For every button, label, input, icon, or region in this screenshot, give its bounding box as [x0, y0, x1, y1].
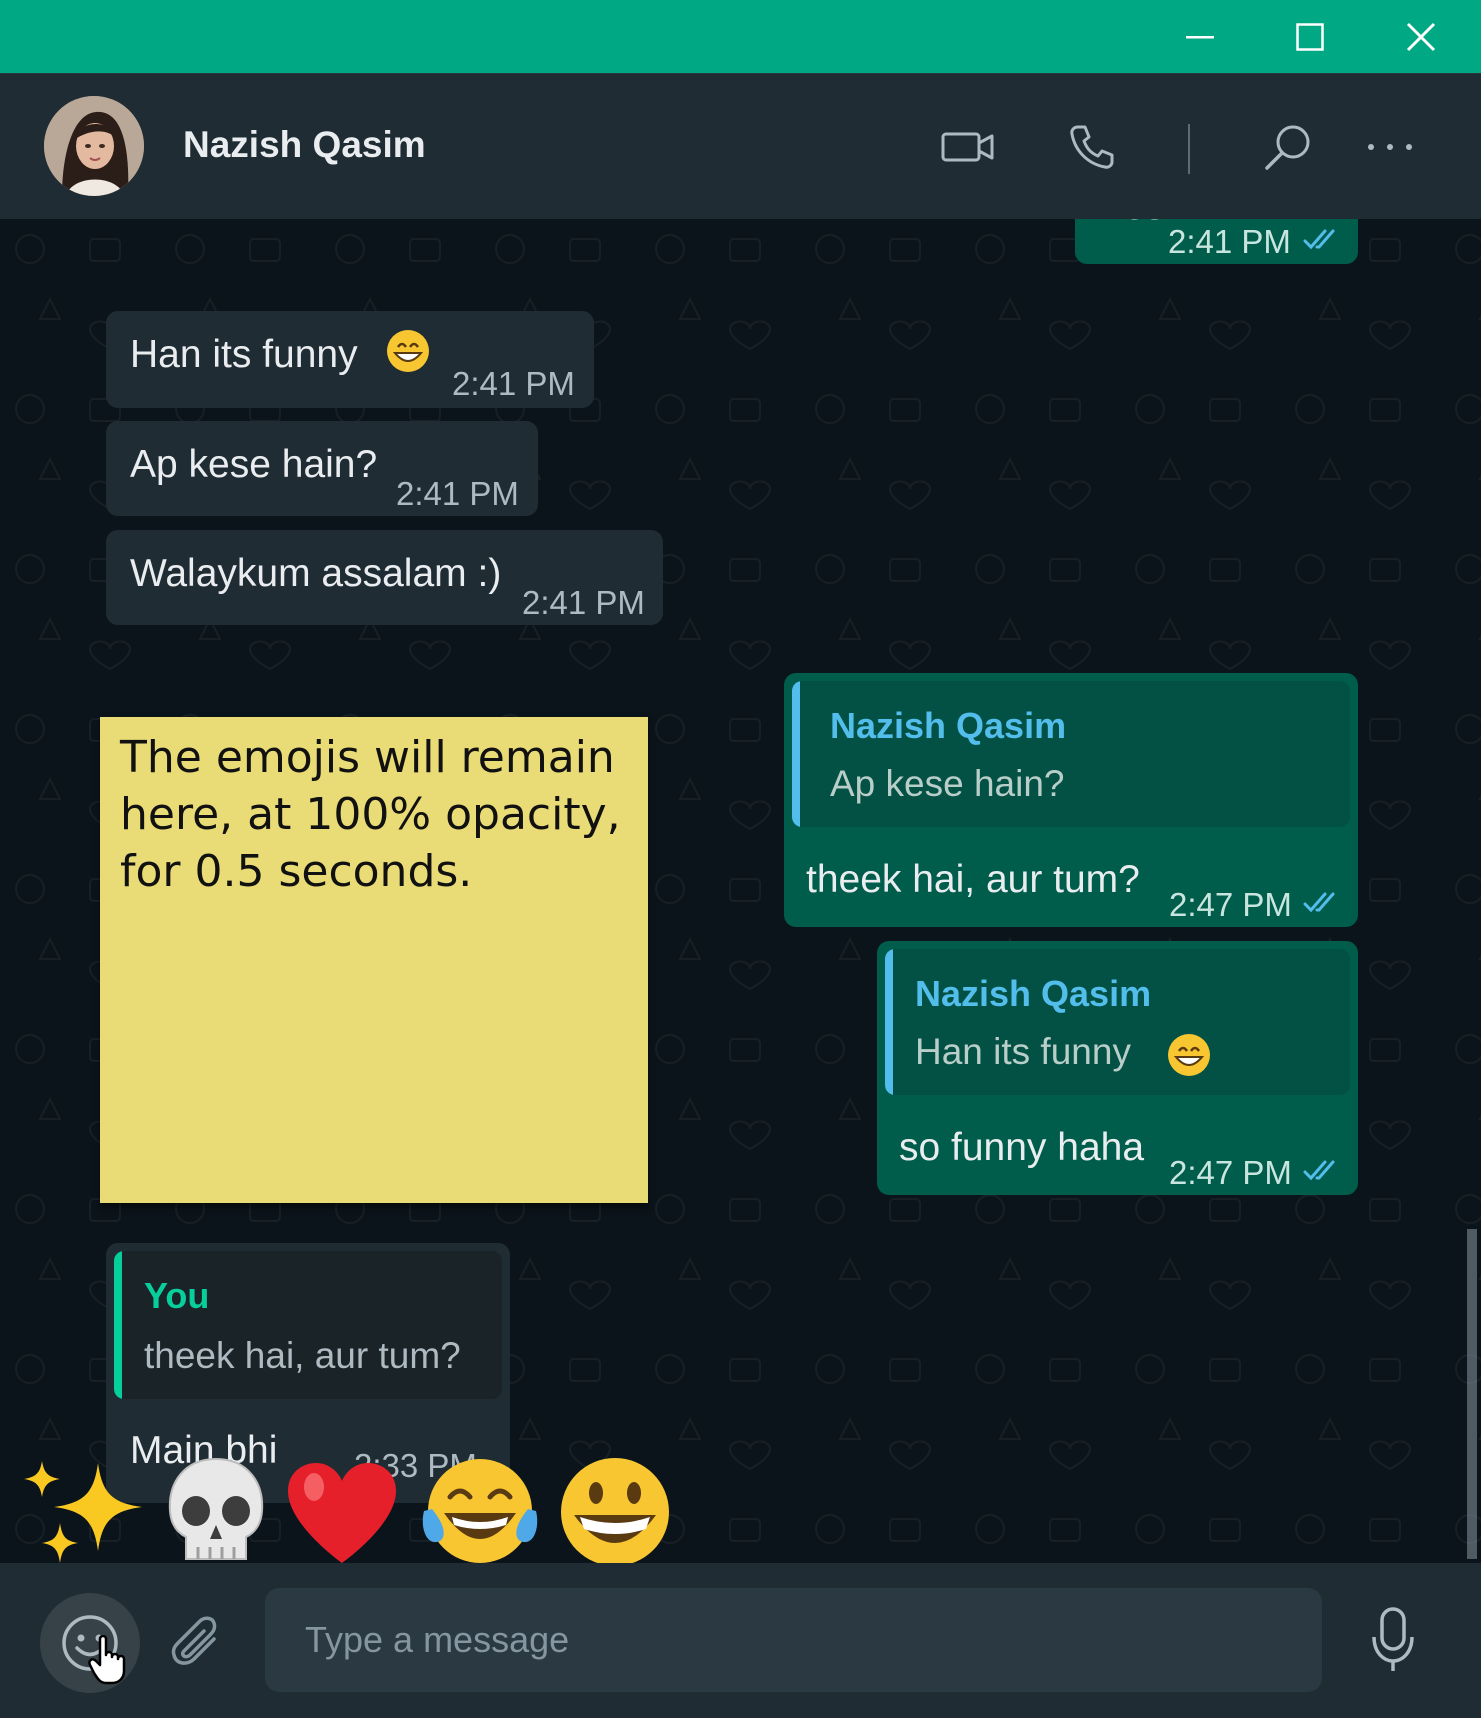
more-options-icon [1368, 144, 1412, 150]
skull-emoji [168, 1457, 264, 1560]
message-time: 2:41 PM [1168, 223, 1291, 260]
grinning-face-emoji-large [561, 1458, 669, 1566]
quote-bar [792, 681, 800, 827]
microphone-button[interactable] [1360, 1603, 1426, 1679]
message-bubble-incoming[interactable]: Ap kese hain? 2:41 PM [106, 421, 538, 516]
read-receipt-icon [1303, 1160, 1335, 1181]
hand-cursor-icon [88, 1635, 126, 1685]
quote-text: Ap kese hain? [830, 763, 1065, 804]
quote-sender: You [144, 1275, 210, 1316]
sticky-note: The emojis will remain here, at 100% opa… [100, 717, 648, 1203]
message-text: Ap kese hain? [130, 443, 378, 486]
maximize-button[interactable] [1255, 0, 1365, 73]
scrollbar-thumb[interactable] [1467, 1229, 1477, 1559]
search-icon [1265, 125, 1310, 170]
avatar[interactable] [44, 96, 144, 196]
voice-call-icon [1070, 125, 1114, 169]
emoji-button[interactable] [40, 1593, 140, 1693]
message-bubble-outgoing[interactable]: Nazish Qasim Han its funny so funny haha… [877, 941, 1358, 1195]
chat-area[interactable]: Yes 2:41 PM Han its funny 2:41 PM Ap kes… [0, 219, 1481, 1563]
attach-button[interactable] [160, 1605, 230, 1675]
message-bubble-outgoing[interactable]: Nazish Qasim Ap kese hain? theek hai, au… [784, 673, 1358, 927]
sparkles-emoji [24, 1461, 142, 1563]
red-heart-emoji [288, 1463, 396, 1563]
message-bubble-outgoing[interactable]: Yes 2:41 PM [1075, 219, 1358, 264]
header-divider [1188, 124, 1190, 174]
sticky-note-text: The emojis will remain here, at 100% opa… [120, 732, 621, 897]
message-text: so funny haha [899, 1126, 1145, 1169]
quote-sender: Nazish Qasim [830, 705, 1067, 746]
read-receipt-icon [1303, 892, 1335, 913]
minimize-button[interactable] [1145, 0, 1255, 73]
quoted-message[interactable]: Nazish Qasim Han its funny [885, 949, 1350, 1095]
quote-text: theek hai, aur tum? [144, 1335, 461, 1376]
grinning-face-emoji [387, 330, 429, 372]
message-time: 2:47 PM [1169, 1154, 1292, 1191]
more-options-button[interactable] [1360, 112, 1420, 182]
quote-text: Han its funny [915, 1031, 1131, 1072]
emoji-reaction-bar [0, 1425, 700, 1575]
window-titlebar [0, 0, 1481, 73]
close-icon [1406, 22, 1436, 51]
message-time: 2:41 PM [522, 584, 645, 621]
video-call-button[interactable] [938, 112, 998, 182]
message-text: Han its funny [130, 333, 358, 376]
message-bubble-incoming[interactable]: Walaykum assalam :) 2:41 PM [106, 530, 663, 625]
chat-header: Nazish Qasim [0, 73, 1481, 219]
message-bubble-incoming[interactable]: Han its funny 2:41 PM [106, 311, 594, 408]
voice-call-button[interactable] [1062, 112, 1122, 182]
read-receipt-icon [1303, 229, 1335, 250]
message-text: theek hai, aur tum? [806, 858, 1140, 901]
microphone-icon [1372, 1607, 1414, 1671]
quote-bar [114, 1251, 122, 1399]
video-call-icon [941, 132, 994, 162]
contact-name[interactable]: Nazish Qasim [183, 124, 426, 166]
message-composer [0, 1563, 1481, 1718]
message-text: Walaykum assalam :) [130, 552, 502, 595]
quoted-message[interactable]: Nazish Qasim Ap kese hain? [792, 681, 1350, 827]
message-text: Yes [1101, 219, 1165, 229]
message-time: 2:41 PM [396, 475, 519, 512]
minimize-icon [1186, 35, 1214, 38]
paperclip-icon [171, 1616, 217, 1665]
grinning-face-emoji [1168, 1034, 1210, 1076]
close-button[interactable] [1366, 0, 1476, 73]
quoted-message[interactable]: You theek hai, aur tum? [114, 1251, 502, 1399]
maximize-icon [1296, 22, 1324, 51]
search-button[interactable] [1258, 112, 1318, 182]
quote-sender: Nazish Qasim [915, 973, 1152, 1014]
message-input[interactable] [265, 1588, 1322, 1692]
quote-bar [885, 949, 893, 1095]
message-time: 2:47 PM [1169, 886, 1292, 923]
scrollbar[interactable] [1463, 219, 1481, 1563]
face-with-tears-of-joy-emoji [422, 1459, 538, 1563]
message-time: 2:41 PM [452, 365, 575, 402]
